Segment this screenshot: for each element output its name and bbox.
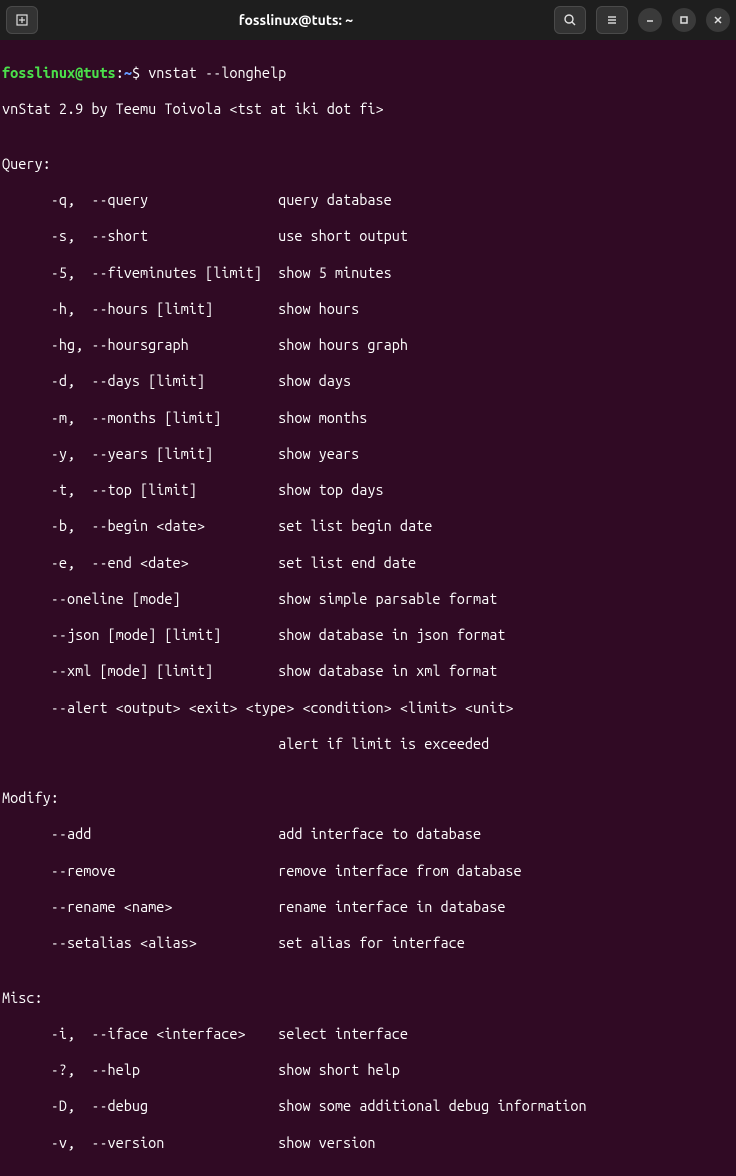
output-line: -q, --query query database bbox=[2, 191, 734, 209]
output-line: -i, --iface <interface> select interface bbox=[2, 1025, 734, 1043]
section-header: Modify: bbox=[2, 789, 734, 807]
output-line: -?, --help show short help bbox=[2, 1061, 734, 1079]
prompt-path: ~ bbox=[124, 64, 132, 81]
output-line: --alert <output> <exit> <type> <conditio… bbox=[2, 699, 734, 717]
output-line: -s, --short use short output bbox=[2, 227, 734, 245]
prompt-line: fosslinux@tuts:~$ vnstat --longhelp bbox=[2, 64, 734, 82]
maximize-button[interactable] bbox=[672, 8, 696, 32]
terminal-body[interactable]: fosslinux@tuts:~$ vnstat --longhelp vnSt… bbox=[0, 40, 736, 1176]
close-button[interactable] bbox=[706, 8, 730, 32]
output-line: --remove remove interface from database bbox=[2, 862, 734, 880]
window-title: fosslinux@tuts: ~ bbox=[44, 12, 548, 28]
minimize-button[interactable] bbox=[638, 8, 662, 32]
output-line: -e, --end <date> set list end date bbox=[2, 554, 734, 572]
output-line: -D, --debug show some additional debug i… bbox=[2, 1097, 734, 1115]
titlebar-right bbox=[554, 6, 730, 34]
output-line: -b, --begin <date> set list begin date bbox=[2, 517, 734, 535]
prompt-colon: : bbox=[116, 64, 124, 81]
titlebar: fosslinux@tuts: ~ bbox=[0, 0, 736, 40]
output-line: --rename <name> rename interface in data… bbox=[2, 898, 734, 916]
output-line: --setalias <alias> set alias for interfa… bbox=[2, 934, 734, 952]
titlebar-left bbox=[6, 6, 38, 34]
output-line: --oneline [mode] show simple parsable fo… bbox=[2, 590, 734, 608]
output-line: --add add interface to database bbox=[2, 825, 734, 843]
output-line: --json [mode] [limit] show database in j… bbox=[2, 626, 734, 644]
output-line: -hg, --hoursgraph show hours graph bbox=[2, 336, 734, 354]
menu-button[interactable] bbox=[596, 6, 628, 34]
command-text: vnstat --longhelp bbox=[148, 64, 286, 81]
output-line: alert if limit is exceeded bbox=[2, 735, 734, 753]
prompt-user: fosslinux@tuts bbox=[2, 64, 116, 81]
new-tab-button[interactable] bbox=[6, 6, 38, 34]
section-header: Query: bbox=[2, 155, 734, 173]
output-line: -5, --fiveminutes [limit] show 5 minutes bbox=[2, 264, 734, 282]
output-line: -d, --days [limit] show days bbox=[2, 372, 734, 390]
section-header: Misc: bbox=[2, 989, 734, 1007]
output-line: --xml [mode] [limit] show database in xm… bbox=[2, 662, 734, 680]
output-line: -m, --months [limit] show months bbox=[2, 409, 734, 427]
prompt-dollar: $ bbox=[132, 64, 148, 81]
search-button[interactable] bbox=[554, 6, 586, 34]
output-line: -y, --years [limit] show years bbox=[2, 445, 734, 463]
output-line: vnStat 2.9 by Teemu Toivola <tst at iki … bbox=[2, 100, 734, 118]
output-line: -v, --version show version bbox=[2, 1134, 734, 1152]
output-line: -h, --hours [limit] show hours bbox=[2, 300, 734, 318]
output-line: -t, --top [limit] show top days bbox=[2, 481, 734, 499]
